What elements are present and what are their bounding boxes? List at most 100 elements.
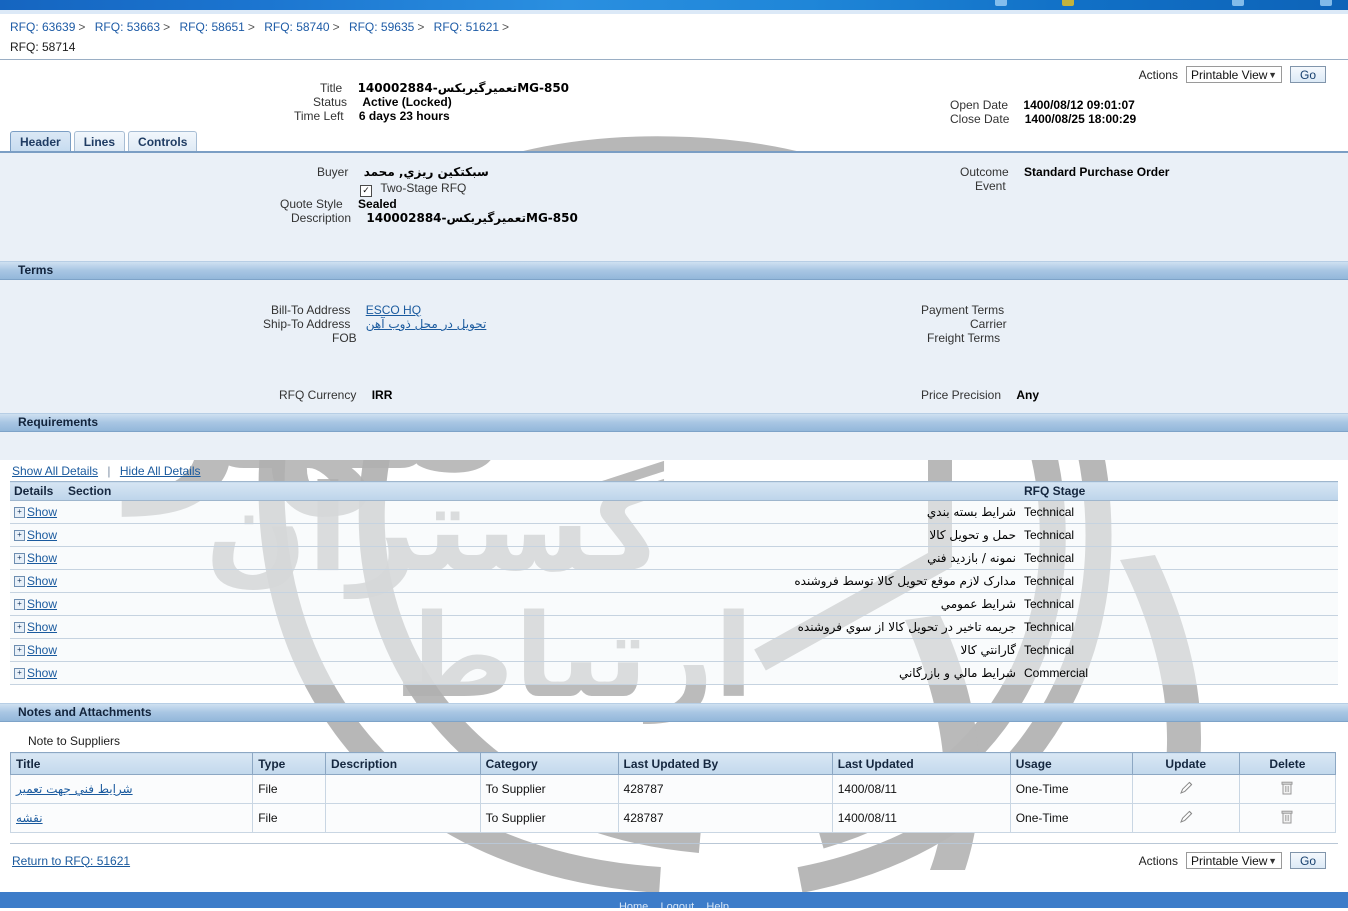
- bottom-actions-bar: Actions Printable View ▼ Go: [1139, 852, 1326, 869]
- breadcrumb-item-0[interactable]: RFQ: 63639: [10, 20, 75, 34]
- section-cell: شرایط مالي و بازرگاني: [64, 661, 1020, 685]
- section-cell: حمل و تحویل کالا: [64, 523, 1020, 547]
- attachment-description-cell: [325, 774, 481, 804]
- table-row: شرایط فني جهت تعمیر File To Supplier 428…: [9, 774, 1337, 804]
- breadcrumb-sep-5: >: [502, 20, 510, 34]
- table-row: + Show مدارک لازم موقع تحویل کالا توسط فر…: [10, 569, 1338, 593]
- outcome-field: Outcome Standard Purchase Order: [960, 165, 1169, 179]
- show-link[interactable]: Show: [27, 643, 57, 657]
- pencil-icon[interactable]: [1178, 809, 1194, 828]
- bill-to-label: Bill-To Address: [271, 303, 351, 317]
- breadcrumb-item-4[interactable]: RFQ: 59635: [349, 20, 414, 34]
- expand-plus-icon[interactable]: +: [14, 645, 25, 657]
- carrier-field: Carrier: [970, 317, 1019, 331]
- trash-icon[interactable]: [1280, 780, 1294, 799]
- col-type: Type: [252, 752, 327, 775]
- expand-plus-icon[interactable]: +: [14, 668, 25, 680]
- show-link[interactable]: Show: [27, 620, 57, 634]
- attachment-last-updated-cell: 1400/08/11: [831, 774, 1011, 804]
- banner-icon-folder: [1062, 0, 1074, 6]
- links-divider: |: [107, 464, 111, 478]
- show-link[interactable]: Show: [27, 574, 57, 588]
- bill-to-value-link[interactable]: ESCO HQ: [366, 303, 421, 317]
- requirements-section-header: Requirements: [0, 413, 1348, 432]
- status-field: Status Active (Locked): [313, 95, 452, 109]
- time-left-value: 6 days 23 hours: [358, 109, 450, 123]
- title-field: Title MG-850تعمیرگیربکس-140002884: [320, 81, 569, 95]
- go-button-top[interactable]: Go: [1289, 66, 1326, 83]
- payment-terms-label: Payment Terms: [921, 303, 1005, 317]
- show-link[interactable]: Show: [27, 666, 57, 680]
- show-link[interactable]: Show: [27, 528, 57, 542]
- attachment-usage-cell: One-Time: [1009, 774, 1133, 804]
- col-usage: Usage: [1009, 752, 1133, 775]
- event-label: Event: [975, 179, 1006, 193]
- attachment-update-cell: [1131, 803, 1240, 833]
- breadcrumb-item-1[interactable]: RFQ: 53663: [95, 20, 160, 34]
- tab-lines[interactable]: Lines: [73, 131, 126, 151]
- actions-select-top[interactable]: Printable View ▼: [1185, 66, 1282, 83]
- note-to-suppliers-label: Note to Suppliers: [28, 734, 121, 748]
- terms-panel: Bill-To Address ESCO HQ Ship-To Address …: [0, 280, 1348, 387]
- actions-select-bottom[interactable]: Printable View ▼: [1185, 852, 1282, 869]
- go-button-bottom[interactable]: Go: [1289, 852, 1326, 869]
- section-cell: مدارک لازم موقع تحویل کالا توسط فروشنده: [64, 569, 1020, 593]
- expand-plus-icon[interactable]: +: [14, 576, 25, 588]
- currency-panel: RFQ Currency IRR Price Precision Any: [0, 363, 1348, 413]
- app-top-banner: [0, 0, 1348, 10]
- event-field: Event: [975, 179, 1018, 193]
- return-to-rfq-link[interactable]: Return to RFQ: 51621: [12, 854, 130, 868]
- footer-links: Home Logout Help: [0, 901, 1348, 908]
- fob-field: FOB: [332, 331, 369, 345]
- breadcrumb-item-3[interactable]: RFQ: 58740: [264, 20, 329, 34]
- section-cell: شرایط عمومي: [64, 592, 1020, 616]
- attachment-delete-cell: [1238, 774, 1337, 804]
- footer-link-logout[interactable]: Logout: [661, 901, 695, 908]
- show-all-details-link[interactable]: Show All Details: [12, 464, 98, 478]
- actions-label-bottom: Actions: [1138, 853, 1178, 868]
- trash-icon[interactable]: [1280, 809, 1294, 828]
- attachment-title-cell: نقشه: [9, 803, 254, 833]
- pencil-icon[interactable]: [1178, 780, 1194, 799]
- freight-terms-label: Freight Terms: [927, 331, 1001, 345]
- details-cell: + Show: [10, 615, 64, 639]
- footer-link-home[interactable]: Home: [619, 901, 648, 908]
- attachment-category-cell: To Supplier: [479, 774, 619, 804]
- expand-plus-icon[interactable]: +: [14, 530, 25, 542]
- quote-style-field: Quote Style Sealed: [280, 197, 397, 211]
- description-label: Description: [291, 211, 352, 225]
- expand-plus-icon[interactable]: +: [14, 622, 25, 634]
- breadcrumb-item-5[interactable]: RFQ: 51621: [434, 20, 499, 34]
- hide-all-details-link[interactable]: Hide All Details: [120, 464, 201, 478]
- status-label: Status: [313, 95, 348, 109]
- tab-header[interactable]: Header: [10, 131, 71, 151]
- tab-controls[interactable]: Controls: [128, 131, 198, 151]
- footer-link-help[interactable]: Help: [706, 901, 729, 908]
- attachment-description-cell: [325, 803, 481, 833]
- expand-plus-icon[interactable]: +: [14, 507, 25, 519]
- page-title: RFQ: 58714: [0, 37, 1348, 60]
- ship-to-value-link[interactable]: تحویل در محل ذوب آهن: [366, 317, 487, 331]
- rfq-stage-cell: Technical: [1020, 500, 1338, 524]
- rfq-currency-label: RFQ Currency: [279, 388, 357, 402]
- payment-terms-field: Payment Terms: [921, 303, 1016, 317]
- breadcrumb: RFQ: 63639 > RFQ: 53663 > RFQ: 58651 > RFQ:…: [0, 14, 1348, 37]
- show-link[interactable]: Show: [27, 597, 57, 611]
- rfq-stage-cell: Technical: [1020, 592, 1338, 616]
- requirements-detail-links: Show All Details | Hide All Details: [0, 460, 1348, 481]
- expand-plus-icon[interactable]: +: [14, 553, 25, 565]
- expand-plus-icon[interactable]: +: [14, 599, 25, 611]
- actions-select-top-value: Printable View: [1190, 67, 1268, 82]
- show-link[interactable]: Show: [27, 551, 57, 565]
- col-delete: Delete: [1238, 752, 1337, 775]
- attachment-title-link[interactable]: شرایط فني جهت تعمیر: [16, 782, 133, 796]
- actions-label-top: Actions: [1138, 67, 1178, 82]
- two-stage-rfq-checkbox[interactable]: ✓: [360, 185, 372, 197]
- table-row: + Show شرایط بسته بندي Technical: [10, 500, 1338, 524]
- attachment-title-link[interactable]: نقشه: [16, 811, 43, 825]
- chevron-down-icon: ▼: [1268, 69, 1277, 80]
- section-cell: شرایط بسته بندي: [64, 500, 1020, 524]
- show-link[interactable]: Show: [27, 505, 57, 519]
- rfq-stage-cell: Technical: [1020, 523, 1338, 547]
- breadcrumb-item-2[interactable]: RFQ: 58651: [179, 20, 244, 34]
